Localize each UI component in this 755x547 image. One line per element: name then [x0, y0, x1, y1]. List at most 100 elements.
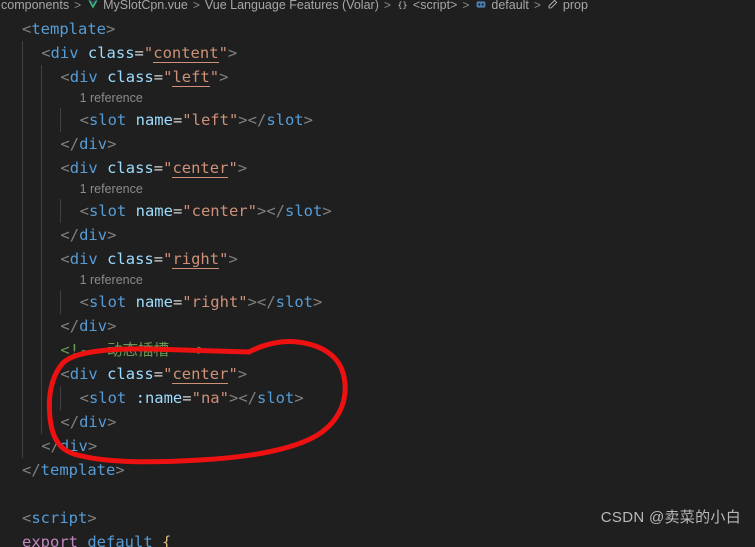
breadcrumb-item-label: <script> [412, 0, 458, 12]
code-token: na [200, 389, 220, 407]
code-line[interactable]: <div class="right"> [0, 247, 755, 271]
code-token: < [60, 250, 70, 268]
code-token: slot [88, 111, 127, 129]
code-token: < [60, 159, 70, 177]
code-token: div [50, 44, 79, 62]
code-token: > [227, 44, 238, 62]
code-token: right [172, 250, 220, 269]
code-token: export [22, 533, 78, 547]
breadcrumb[interactable]: components > MySlotCpn.vue > Vue Language Fe… [0, 0, 755, 13]
codelens-reference[interactable]: 1 reference [0, 180, 755, 199]
code-line[interactable]: </div> [0, 434, 755, 458]
code-line[interactable]: <div class="center"> [0, 156, 755, 180]
breadcrumb-separator: > [383, 0, 391, 12]
code-line[interactable]: <template> [0, 17, 755, 41]
code-token: < [22, 20, 32, 38]
code-token: > [107, 226, 117, 244]
code-token: > [115, 461, 125, 479]
code-line[interactable]: </div> [0, 132, 755, 156]
code-token: <!-- 动态插槽 --> [60, 341, 207, 359]
code-line[interactable]: <div class="left"> [0, 65, 755, 89]
csdn-watermark: CSDN @卖菜的小白 [600, 509, 741, 526]
code-token: slot [275, 293, 313, 311]
code-line[interactable]: <div class="center"> [0, 362, 755, 386]
breadcrumb-item-label: default [491, 0, 529, 12]
code-line[interactable] [0, 482, 755, 506]
codelens-reference[interactable]: 1 reference [0, 271, 755, 290]
code-token: center [172, 365, 229, 384]
code-token: " [228, 159, 238, 177]
breadcrumb-item-1[interactable]: MySlotCpn.vue [86, 0, 188, 12]
code-token: slot [266, 111, 304, 129]
code-token: > [228, 389, 239, 407]
code-token: > [247, 293, 257, 311]
code-token: > [87, 437, 98, 455]
code-token: " [219, 389, 229, 407]
code-token: class [107, 365, 154, 383]
code-line[interactable]: <slot name="left"></slot> [0, 108, 755, 132]
breadcrumb-item-label: prop [562, 0, 588, 12]
code-line[interactable]: </div> [0, 410, 755, 434]
code-token: </ [60, 317, 80, 335]
breadcrumb-item-5[interactable]: prop [546, 0, 588, 12]
code-token: > [238, 111, 248, 129]
code-token: " [191, 389, 201, 407]
code-lines: <template> <div class="content"> <div clas… [0, 17, 755, 547]
code-token: class [107, 68, 154, 86]
code-token: slot [88, 202, 127, 220]
code-token: </ [41, 437, 60, 455]
breadcrumb-item-0[interactable]: components [1, 0, 69, 12]
code-token: < [60, 365, 70, 383]
code-token: </ [256, 293, 276, 311]
code-line[interactable]: export default { [0, 530, 755, 547]
code-token: left [172, 68, 210, 87]
codelens-reference[interactable]: 1 reference [0, 89, 755, 108]
vue-file-icon [86, 0, 100, 11]
code-line[interactable]: <!-- 动态插槽 --> [0, 338, 755, 362]
code-token: > [294, 389, 304, 407]
code-token: > [303, 111, 313, 129]
breadcrumb-separator: > [74, 0, 82, 12]
code-token: = [134, 44, 144, 62]
code-token: > [87, 509, 97, 527]
breadcrumb-item-4[interactable]: default [474, 0, 529, 12]
braces-icon: {} [396, 0, 410, 11]
breadcrumb-item-2[interactable]: Vue Language Features (Volar) [205, 0, 379, 12]
code-token: div [79, 135, 108, 153]
breadcrumb-item-3[interactable]: {} <script> [396, 0, 457, 12]
code-token: > [312, 293, 323, 311]
code-token: = [172, 202, 183, 220]
code-line[interactable]: <slot name="center"></slot> [0, 199, 755, 223]
code-token: div [59, 437, 88, 455]
code-line[interactable]: </template> [0, 458, 755, 482]
code-line[interactable]: </div> [0, 223, 755, 247]
breadcrumb-separator: > [192, 0, 200, 12]
code-token: = [172, 111, 183, 129]
code-token: div [69, 365, 98, 383]
code-token: div [69, 250, 98, 268]
code-token: " [218, 44, 228, 62]
code-token: = [172, 293, 183, 311]
breadcrumb-separator: > [533, 0, 541, 12]
code-token: " [209, 68, 220, 86]
svg-text:{}: {} [398, 0, 408, 9]
code-token: > [107, 135, 117, 153]
code-token: > [106, 20, 116, 38]
code-token: { [162, 533, 172, 547]
code-editor[interactable]: <template> <div class="content"> <div clas… [0, 17, 755, 547]
code-line[interactable]: <slot name="right"></slot> [0, 290, 755, 314]
code-line[interactable]: <slot :name="na"></slot> [0, 386, 755, 410]
code-line[interactable]: <div class="content"> [0, 41, 755, 65]
code-token: :name [135, 389, 183, 407]
code-line[interactable]: </div> [0, 314, 755, 338]
code-token: div [79, 317, 108, 335]
code-token: < [79, 293, 89, 311]
